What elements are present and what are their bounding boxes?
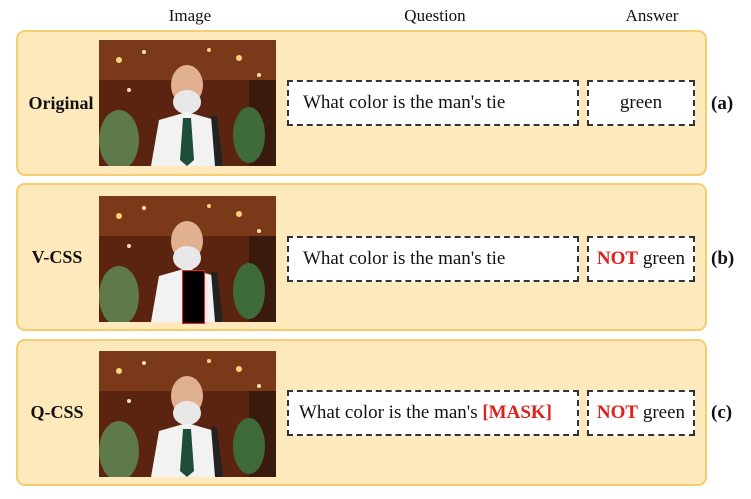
tag-a: (a) xyxy=(711,93,734,114)
header-image: Image xyxy=(168,6,212,25)
answer-box-original: green xyxy=(587,80,695,126)
question-box-qcss: What color is the man's [MASK] xyxy=(287,390,579,436)
question-text-original: What color is the man's tie xyxy=(303,92,506,113)
answer-text-qcss: green xyxy=(642,402,686,423)
row-label-original: Original xyxy=(28,93,94,113)
row-label-qcss: Q-CSS xyxy=(30,402,84,422)
photo-original xyxy=(99,40,276,166)
answer-prefix-vcss: NOT xyxy=(596,248,639,269)
question-text-qcss: What color is the man's xyxy=(299,402,478,423)
header-answer: Answer xyxy=(625,6,679,25)
answer-box-qcss: NOT green xyxy=(587,390,695,436)
answer-text-original: green xyxy=(619,92,663,113)
photo-qcss xyxy=(99,351,276,477)
header-question: Question xyxy=(404,6,466,25)
question-box-vcss: What color is the man's tie xyxy=(287,236,579,282)
tie-mask-rect xyxy=(182,270,205,324)
tag-b: (b) xyxy=(711,248,735,269)
question-box-original: What color is the man's tie xyxy=(287,80,579,126)
answer-text-vcss: green xyxy=(642,248,686,269)
answer-prefix-qcss: NOT xyxy=(596,402,639,423)
question-mask-token: [MASK] xyxy=(482,402,553,423)
answer-box-vcss: NOT green xyxy=(587,236,695,282)
question-text-vcss: What color is the man's tie xyxy=(303,248,506,269)
tag-c: (c) xyxy=(711,402,733,423)
row-label-vcss: V-CSS xyxy=(31,247,83,267)
